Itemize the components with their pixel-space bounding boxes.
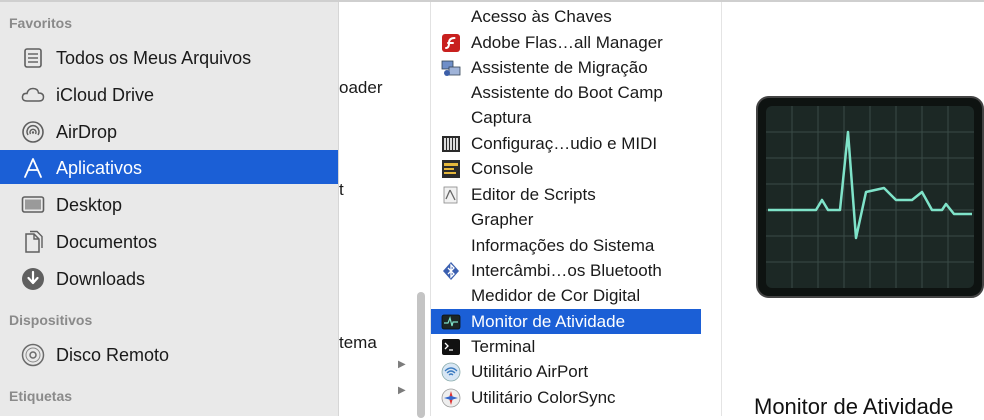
flash-icon xyxy=(441,33,461,53)
sidebar-item-documents[interactable]: Documentos xyxy=(0,224,338,258)
midi-icon xyxy=(441,134,461,154)
preview-title: Monitor de Atividade xyxy=(754,394,954,419)
console-icon xyxy=(441,159,461,179)
list-item-label: Captura xyxy=(471,108,532,127)
list-item-label: Monitor de Atividade xyxy=(471,312,626,331)
section-devices: Dispositivos xyxy=(9,312,93,328)
list-item[interactable]: Utilitário ColorSync xyxy=(431,385,701,410)
applications-icon xyxy=(20,157,46,179)
airport-icon xyxy=(441,362,461,382)
all-files-icon xyxy=(20,47,46,69)
list-item-label: Acesso às Chaves xyxy=(471,7,612,26)
preview-pane: Monitor de Atividade xyxy=(722,2,984,419)
sidebar-item-label: Aplicativos xyxy=(56,158,143,178)
list-item[interactable]: Informações do Sistema xyxy=(431,233,701,258)
list-item[interactable]: Adobe Flas…all Manager xyxy=(431,30,701,55)
disclosure-arrow-icon: ▶ xyxy=(398,359,406,370)
list-item[interactable]: Assistente de Migração xyxy=(431,55,701,80)
list-item-label: Terminal xyxy=(471,337,536,356)
colorsync-icon xyxy=(441,388,461,408)
sidebar-item-label: Desktop xyxy=(56,195,123,215)
airdrop-icon xyxy=(20,121,46,143)
list-item-label: Configuraç…udio e MIDI xyxy=(471,134,658,153)
list-item-selected[interactable]: Monitor de Atividade xyxy=(431,309,701,334)
migration-icon xyxy=(441,58,461,78)
sidebar-item-airdrop[interactable]: AirDrop xyxy=(0,114,338,148)
scrollbar[interactable] xyxy=(417,292,425,418)
section-favorites: Favoritos xyxy=(9,15,73,31)
list-item-label: Intercâmbi…os Bluetooth xyxy=(471,261,662,280)
list-item[interactable]: Acesso às Chaves xyxy=(431,4,701,29)
downloads-icon xyxy=(20,268,46,290)
disclosure-arrow-icon: ▶ xyxy=(398,385,406,396)
list-item-label: Utilitário ColorSync xyxy=(471,388,616,407)
disc-icon xyxy=(20,343,46,367)
sidebar-item-remote-disc[interactable]: Disco Remoto xyxy=(0,337,338,371)
list-item-label: Assistente de Migração xyxy=(471,58,648,77)
list-item[interactable]: Grapher xyxy=(431,207,701,232)
bluetooth-icon xyxy=(441,261,461,281)
list-item[interactable]: Assistente do Boot Camp xyxy=(431,80,701,105)
column-item-fragment[interactable]: t xyxy=(339,180,344,200)
sidebar-item-label: Documentos xyxy=(56,232,158,252)
desktop-icon xyxy=(20,194,46,216)
sidebar: Favoritos Todos os Meus Arquivos iCloud … xyxy=(0,2,339,416)
terminal-icon xyxy=(441,337,461,357)
list-item-label: Adobe Flas…all Manager xyxy=(471,33,663,52)
list-item-label: Medidor de Cor Digital xyxy=(471,286,641,305)
sidebar-item-desktop[interactable]: Desktop xyxy=(0,187,338,221)
list-item[interactable]: Console xyxy=(431,156,701,181)
script-editor-icon xyxy=(441,185,461,205)
sidebar-item-downloads[interactable]: Downloads xyxy=(0,261,338,295)
list-item[interactable]: Editor de Scripts xyxy=(431,182,701,207)
documents-icon xyxy=(20,230,46,253)
sidebar-item-label: Downloads xyxy=(56,269,146,289)
sidebar-item-applications[interactable]: Aplicativos xyxy=(0,150,338,184)
list-item-label: Editor de Scripts xyxy=(471,185,596,204)
sidebar-item-label: Disco Remoto xyxy=(56,345,170,365)
list-item[interactable]: Utilitário AirPort xyxy=(431,359,701,384)
list-item-label: Console xyxy=(471,159,534,178)
column-item-fragment[interactable]: oader xyxy=(339,78,382,98)
sidebar-item-label: iCloud Drive xyxy=(56,85,155,105)
cloud-icon xyxy=(20,84,46,106)
activity-monitor-icon xyxy=(441,312,461,332)
list-item[interactable]: Configuraç…udio e MIDI xyxy=(431,131,701,156)
column-item-fragment[interactable]: tema xyxy=(339,333,377,353)
list-item-label: Utilitário AirPort xyxy=(471,362,589,381)
sidebar-item-label: Todos os Meus Arquivos xyxy=(56,48,252,68)
browser-column-1: oader t tema ▶ ▶ xyxy=(339,2,431,418)
list-item[interactable]: Captura xyxy=(431,105,701,130)
list-item[interactable]: Terminal xyxy=(431,334,701,359)
section-tags: Etiquetas xyxy=(9,388,73,404)
sidebar-item-label: AirDrop xyxy=(56,122,118,142)
list-item-label: Assistente do Boot Camp xyxy=(471,83,663,102)
sidebar-item-icloud[interactable]: iCloud Drive xyxy=(0,77,338,111)
applications-list: Acesso às Chaves Adobe Flas…all Manager … xyxy=(431,2,722,416)
list-item[interactable]: Intercâmbi…os Bluetooth xyxy=(431,258,701,283)
list-item[interactable]: Medidor de Cor Digital xyxy=(431,283,701,308)
list-item-label: Grapher xyxy=(471,210,534,229)
activity-monitor-large-icon xyxy=(756,96,984,303)
list-item-label: Informações do Sistema xyxy=(471,236,655,255)
sidebar-item-all-files[interactable]: Todos os Meus Arquivos xyxy=(0,40,338,74)
